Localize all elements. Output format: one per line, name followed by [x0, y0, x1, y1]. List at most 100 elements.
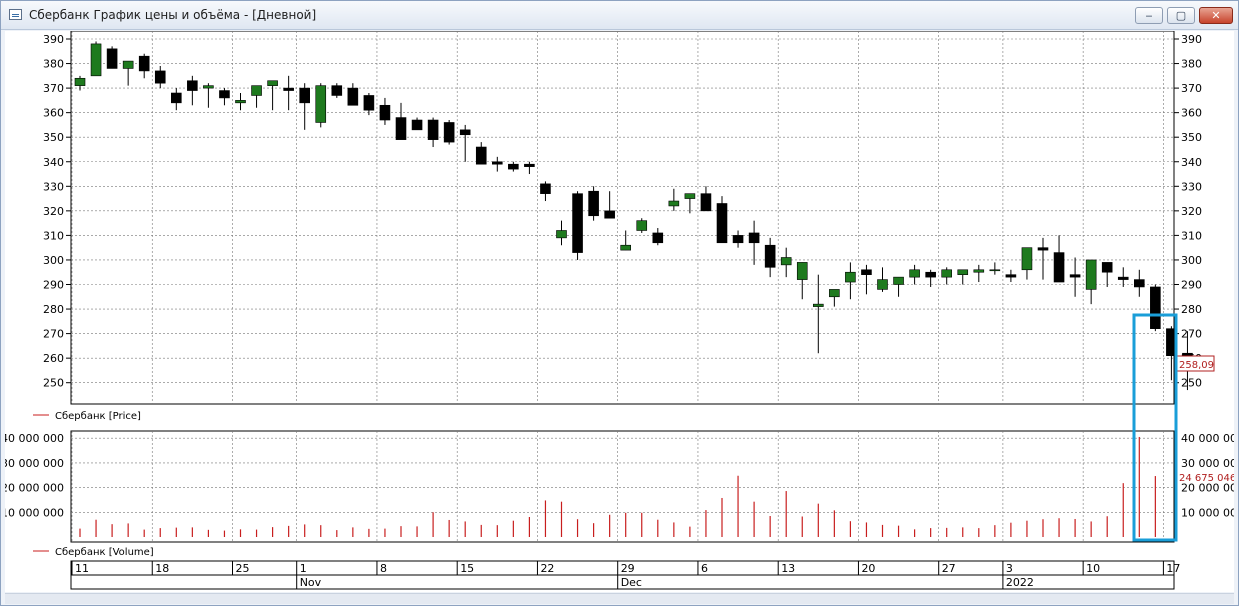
volume-tick-label-left: 10 000 000 [5, 506, 64, 519]
candlestick [941, 267, 953, 285]
candle-body [1101, 262, 1113, 273]
volume-tick-label-right: 40 000 000 [1181, 432, 1234, 445]
candle-body [941, 269, 953, 278]
candle-body [411, 119, 423, 131]
candlestick [395, 102, 407, 140]
candle-body [572, 193, 583, 253]
x-day-label: 17 [1166, 562, 1180, 575]
close-button[interactable]: ✕ [1199, 7, 1233, 24]
x-day-label: 27 [942, 562, 956, 575]
candle-body [203, 85, 214, 89]
volume-tick-label-right: 10 000 000 [1181, 506, 1234, 519]
candlestick [668, 188, 680, 211]
candlestick [829, 289, 840, 307]
candlestick [893, 276, 904, 297]
candle-body [427, 119, 439, 140]
candlestick [1069, 257, 1081, 297]
maximize-button[interactable]: ▢ [1167, 7, 1195, 24]
candle-body [395, 117, 407, 140]
candle-body [347, 87, 359, 106]
candle-body [540, 183, 551, 194]
candlestick [957, 269, 969, 285]
candlestick [604, 191, 615, 219]
candle-body [812, 303, 824, 307]
chart-area[interactable]: 390 390 380 380 370 370 360 360 350 350 340 340 330 3… [1, 30, 1239, 592]
candlestick [347, 83, 359, 106]
price-tick-label-right: 390 [1181, 33, 1202, 46]
candlestick [235, 93, 246, 111]
price-tick-label-left: 350 [43, 131, 64, 144]
candlestick [475, 142, 487, 165]
candlestick [1134, 269, 1145, 297]
candlestick [732, 230, 744, 248]
price-tick-label-right: 280 [1181, 303, 1202, 316]
price-tick-label-left: 280 [43, 303, 64, 316]
x-day-label: 18 [155, 562, 169, 575]
candlestick [508, 161, 519, 172]
candlestick [636, 218, 648, 233]
x-day-label: 3 [1006, 562, 1013, 575]
minimize-button[interactable]: ‒ [1135, 7, 1163, 24]
candle-body [1150, 286, 1161, 329]
candlestick [122, 60, 134, 86]
title-bar[interactable]: Сбербанк График цены и объёма - [Дневной… [1, 1, 1238, 30]
candlestick [299, 83, 311, 130]
horizontal-scrollbar[interactable] [5, 593, 1234, 604]
candlestick [138, 53, 150, 79]
price-tick-label-right: 340 [1181, 156, 1202, 169]
price-tick-label-left: 370 [43, 82, 64, 95]
volume-last-value: 24 675 046 [1179, 473, 1234, 484]
candlestick [171, 88, 182, 111]
x-day-label: 11 [75, 562, 89, 575]
price-tick-label-left: 250 [43, 377, 64, 390]
candle-body [283, 87, 294, 91]
candlestick [315, 83, 327, 128]
candle-body [732, 235, 744, 244]
candlestick [973, 264, 985, 283]
x-day-label: 1 [300, 562, 307, 575]
price-panel-frame [70, 30, 1175, 405]
candle-body [700, 193, 712, 212]
candlestick [363, 93, 375, 116]
candle-body [90, 43, 102, 77]
candle-body [459, 129, 471, 136]
window-title: Сбербанк График цены и объёма - [Дневной… [29, 8, 317, 22]
candle-body [1117, 276, 1129, 280]
candle-body [106, 48, 118, 69]
price-tick-label-right: 270 [1181, 328, 1202, 341]
x-period-label: Dec [621, 576, 642, 589]
candle-body [443, 122, 455, 143]
candlestick [379, 97, 391, 125]
candle-body [636, 220, 648, 231]
candle-body [122, 60, 134, 69]
candle-body [379, 104, 391, 121]
volume-tick-label-left: 20 000 000 [5, 482, 64, 495]
candle-body [524, 163, 535, 167]
candle-body [957, 269, 969, 275]
candle-body [989, 269, 1001, 272]
candlestick [716, 196, 728, 244]
candle-body [829, 289, 840, 298]
price-tick-label-left: 310 [43, 229, 64, 242]
candle-body [925, 271, 936, 278]
candlestick [540, 181, 551, 202]
price-tick-label-left: 260 [43, 352, 64, 365]
candle-body [684, 193, 696, 199]
candle-body [1085, 259, 1097, 290]
price-tick-label-left: 290 [43, 279, 64, 292]
price-tick-label-left: 340 [43, 156, 64, 169]
price-volume-chart[interactable]: 390 390 380 380 370 370 360 360 350 350 340 340 330 3… [1, 30, 1239, 592]
candlestick [187, 75, 198, 106]
candlestick [283, 75, 294, 111]
candle-body [299, 87, 311, 104]
candle-body [1021, 247, 1033, 271]
candle-body [973, 269, 985, 273]
volume-legend-label: Сбербанк [Volume] [55, 547, 154, 558]
candlestick [588, 186, 599, 221]
candlestick [459, 124, 471, 162]
candle-body [187, 80, 198, 91]
candlestick [331, 83, 343, 98]
volume-tick-label-left: 40 000 000 [5, 432, 64, 445]
candle-body [668, 200, 680, 207]
candlestick [154, 66, 166, 89]
